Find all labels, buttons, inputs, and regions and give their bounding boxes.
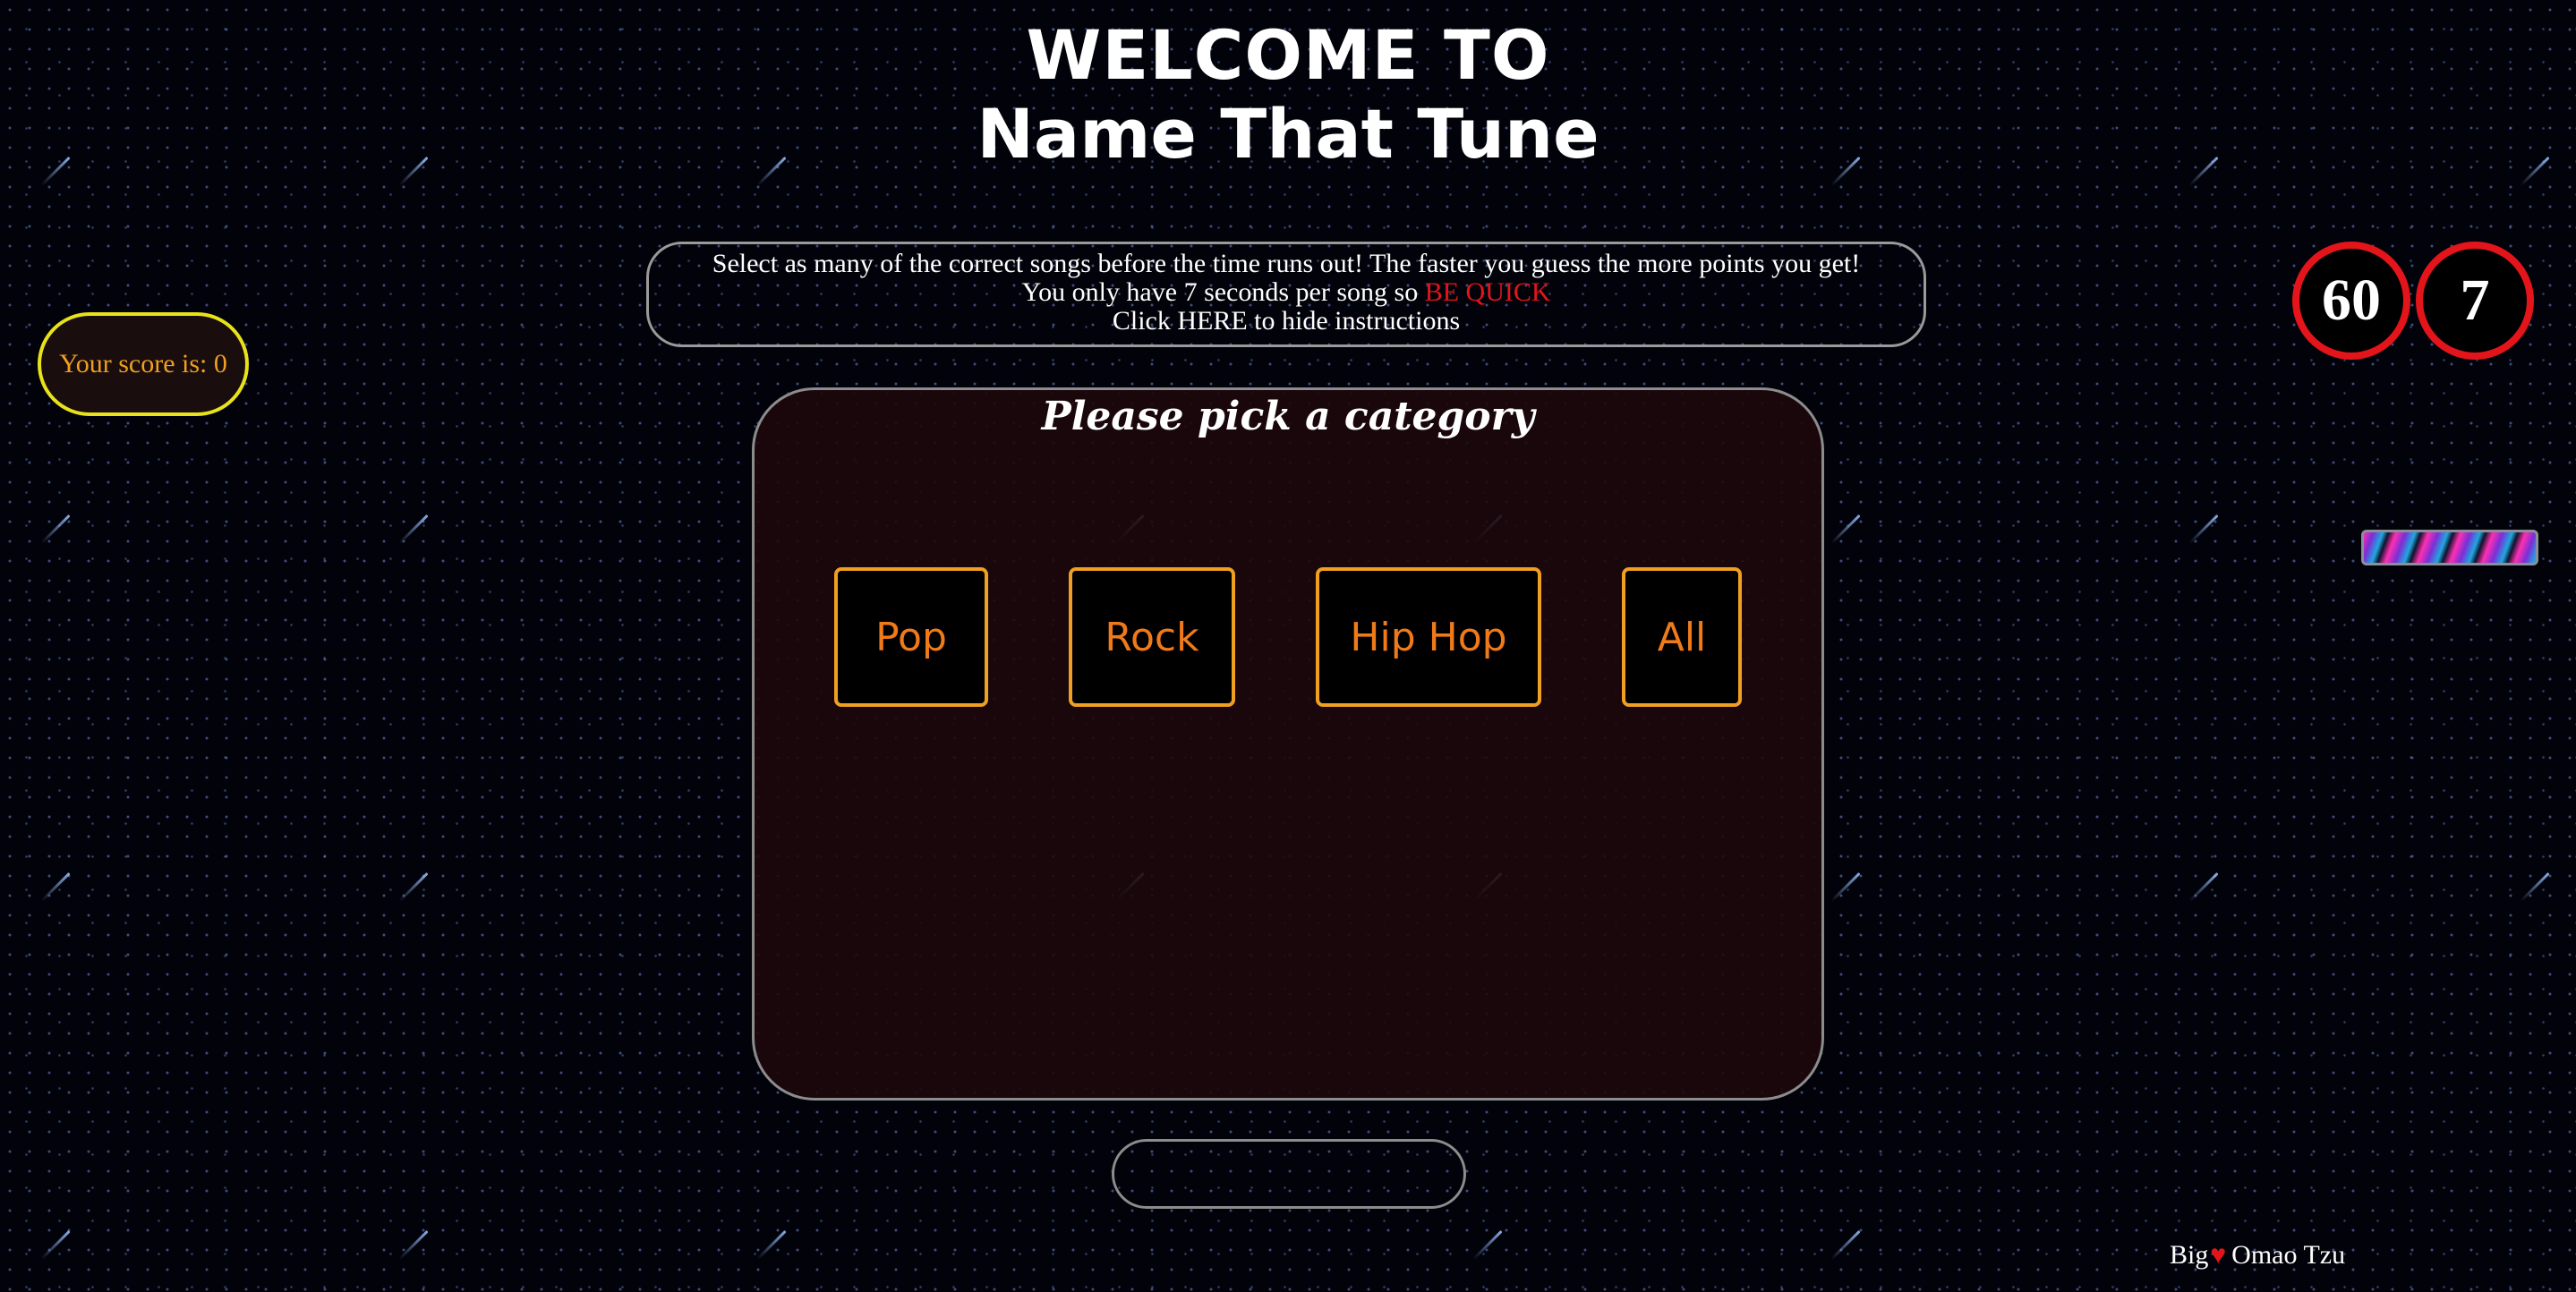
footer-credit: Big♥ Omao Tzu — [2170, 1240, 2345, 1271]
hide-instructions-link[interactable]: Click HERE to hide instructions — [649, 307, 1923, 336]
star-streak — [2188, 871, 2219, 903]
answer-display — [1112, 1139, 1466, 1209]
category-button-all[interactable]: All — [1622, 567, 1742, 707]
star-streak — [1830, 514, 1861, 545]
song-timer-value: 7 — [2460, 268, 2490, 333]
star-streak — [1830, 1229, 1861, 1261]
credit-before: Big — [2170, 1240, 2209, 1270]
star-streak — [398, 1229, 429, 1261]
heart-icon: ♥ — [2210, 1240, 2227, 1270]
title-welcome: WELCOME TO — [1026, 15, 1550, 95]
instructions-line2: You only have 7 seconds per song so BE Q… — [649, 278, 1923, 307]
category-button-pop[interactable]: Pop — [834, 567, 988, 707]
star-streak — [1472, 1229, 1503, 1261]
be-quick-warning: BE QUICK — [1424, 277, 1551, 307]
star-streak — [398, 514, 429, 545]
instructions-box: Select as many of the correct songs befo… — [646, 242, 1926, 347]
star-streak — [2520, 871, 2550, 903]
star-streak — [398, 871, 429, 903]
game-timer-value: 60 — [2322, 268, 2381, 333]
category-panel-title: Please pick a category — [1041, 394, 1535, 439]
category-button-hip-hop[interactable]: Hip Hop — [1316, 567, 1541, 707]
credit-author: Omao Tzu — [2231, 1240, 2346, 1270]
song-timer: 7 — [2416, 242, 2534, 360]
category-panel — [752, 387, 1824, 1101]
category-button-rock[interactable]: Rock — [1069, 567, 1235, 707]
game-timer: 60 — [2292, 242, 2410, 360]
star-streak — [40, 871, 71, 903]
star-streak — [756, 1229, 787, 1261]
star-streak — [40, 1229, 71, 1261]
score-text: Your score is: 0 — [59, 349, 227, 378]
star-streak — [40, 514, 71, 545]
title-game-name: Name That Tune — [977, 94, 1599, 174]
audio-control-bar[interactable] — [2361, 530, 2538, 565]
instructions-line1: Select as many of the correct songs befo… — [712, 249, 1861, 278]
score-display: Your score is: 0 — [38, 312, 249, 416]
star-streak — [1830, 871, 1861, 903]
instructions-line2-text: You only have 7 seconds per song so — [1021, 277, 1425, 307]
star-streak — [2188, 514, 2219, 545]
page-title: WELCOME TO Name That Tune — [0, 21, 2576, 168]
